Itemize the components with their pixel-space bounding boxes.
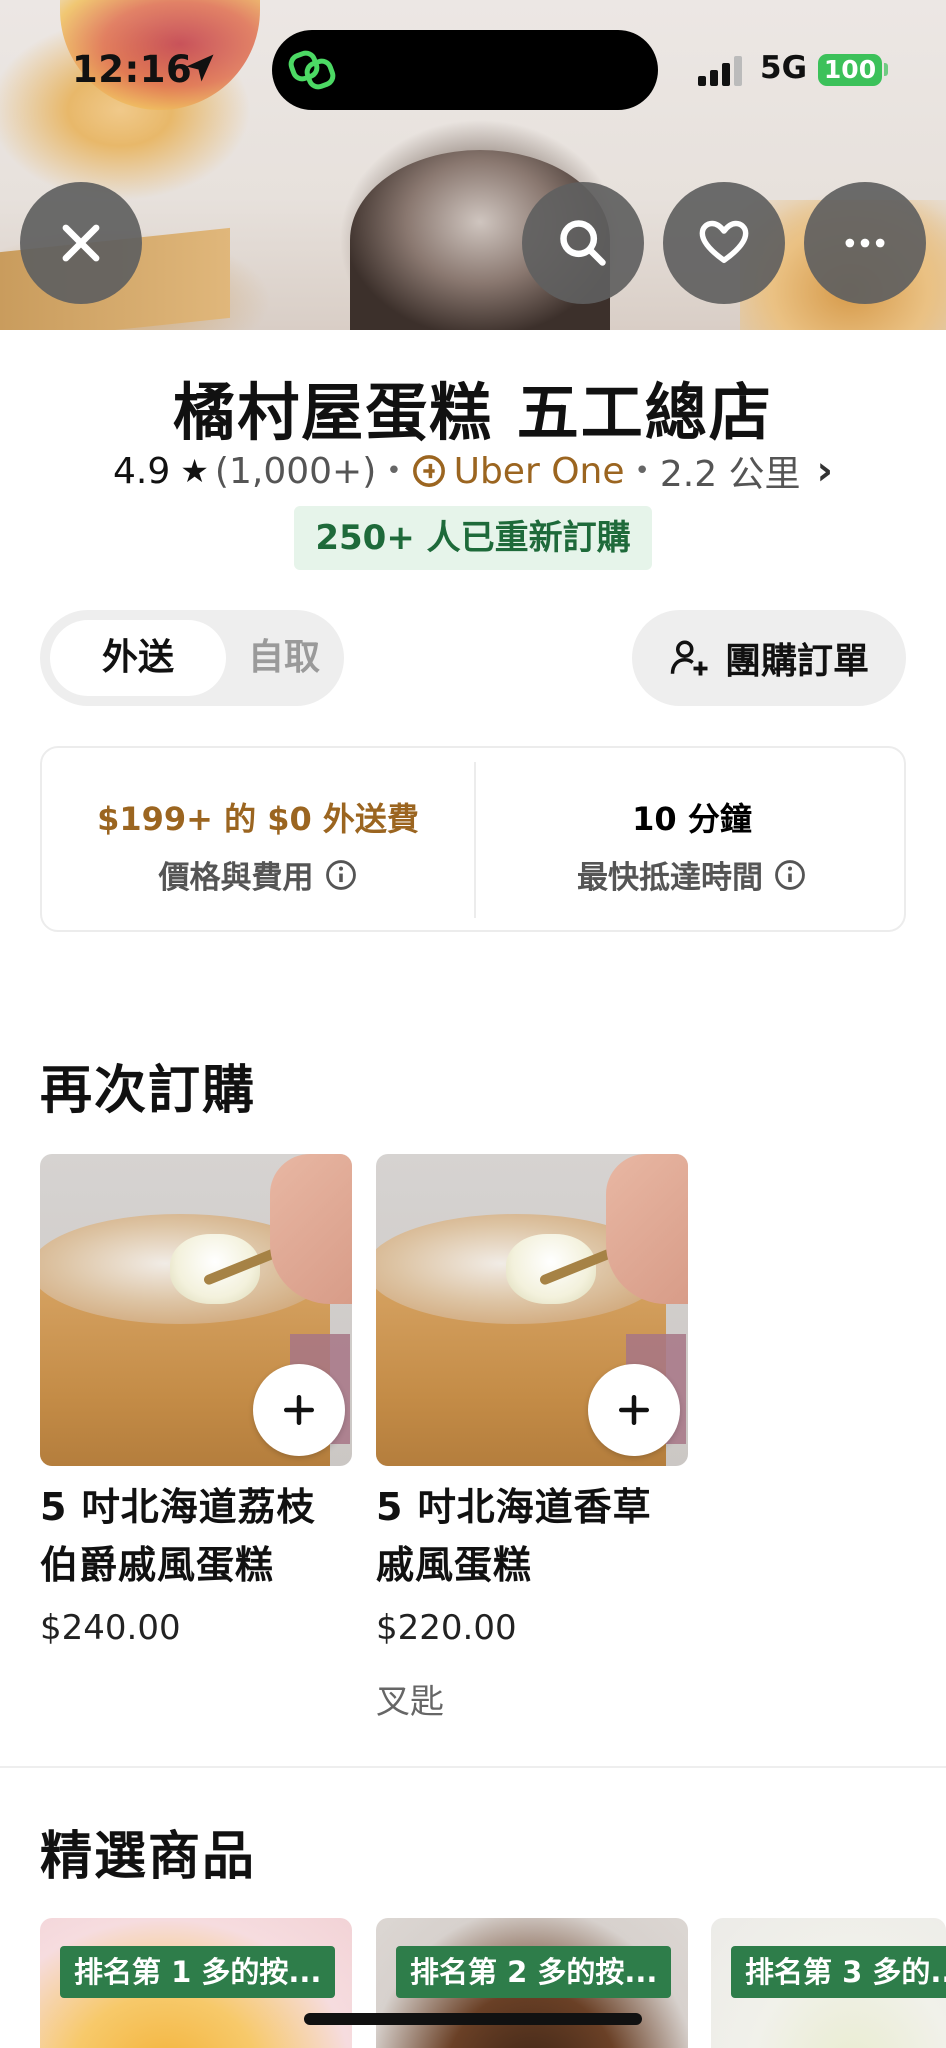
fees-info[interactable]: $199+ 的 $0 外送費 價格與費用 — [42, 748, 474, 934]
favorite-button[interactable] — [663, 182, 785, 304]
heart-icon — [699, 220, 749, 264]
separator-dot: • — [634, 456, 650, 486]
review-count: (1,000+) — [214, 450, 377, 492]
delivery-fee-text: $199+ 的 $0 外送費 — [97, 800, 419, 838]
separator-dot: • — [386, 456, 402, 486]
store-rating: 4.9 — [112, 450, 171, 492]
search-icon — [560, 220, 606, 266]
section-divider — [0, 1766, 946, 1768]
featured-item-card[interactable]: 排名第 1 多的按... — [40, 1918, 352, 2048]
eta-info[interactable]: 10 分鐘 最快抵達時間 — [476, 748, 908, 934]
network-type: 5G — [760, 50, 808, 86]
uber-one-icon — [412, 455, 445, 487]
item-name[interactable]: 5 吋北海道荔枝伯爵戚風蛋糕 — [40, 1478, 352, 1594]
close-button[interactable] — [20, 182, 142, 304]
delivery-info-card: $199+ 的 $0 外送費 價格與費用 10 分鐘 最快抵達時間 — [40, 746, 906, 932]
add-to-cart-button[interactable] — [253, 1364, 345, 1456]
more-icon — [845, 238, 885, 248]
store-meta-row[interactable]: 4.9 ★ (1,000+) • Uber One • 2.2 公里 › — [0, 446, 946, 496]
featured-item-card[interactable]: 排名第 3 多的... — [711, 1918, 946, 2048]
store-distance: 2.2 公里 — [659, 454, 801, 495]
item-note: 叉匙 — [376, 1682, 444, 1722]
featured-title: 精選商品 — [40, 1827, 257, 1887]
rank-badge: 排名第 1 多的按... — [60, 1946, 336, 1998]
buy-again-title: 再次訂購 — [40, 1061, 257, 1121]
item-price: $220.00 — [376, 1608, 517, 1648]
battery-indicator: 100 — [818, 54, 882, 86]
item-name[interactable]: 5 吋北海道香草戚風蛋糕 — [376, 1478, 688, 1594]
fees-label: 價格與費用 — [158, 860, 314, 896]
eta-label: 最快抵達時間 — [577, 860, 763, 896]
signal-icon — [698, 56, 742, 86]
info-icon — [775, 859, 805, 890]
item-price: $240.00 — [40, 1608, 181, 1648]
link-icon — [288, 50, 336, 90]
chevron-right-icon: › — [816, 448, 834, 494]
reorder-badge: 250+ 人已重新訂購 — [294, 506, 652, 570]
plus-icon — [618, 1394, 650, 1426]
rank-badge: 排名第 2 多的按... — [396, 1946, 672, 1998]
search-button[interactable] — [522, 182, 644, 304]
status-time: 12:16 — [72, 48, 193, 91]
eta-text: 10 分鐘 — [632, 800, 752, 838]
store-name: 橘村屋蛋糕 五工總店 — [173, 376, 773, 449]
add-person-icon — [670, 640, 708, 676]
close-icon — [62, 224, 100, 262]
location-arrow-icon — [186, 54, 214, 82]
rank-badge: 排名第 3 多的... — [731, 1946, 946, 1998]
info-icon — [325, 859, 356, 890]
delivery-option[interactable]: 外送 — [50, 620, 226, 696]
more-button[interactable] — [804, 182, 926, 304]
home-indicator[interactable] — [304, 2013, 642, 2025]
featured-item-card[interactable]: 排名第 2 多的按... — [376, 1918, 688, 2048]
uber-one-text: Uber One — [453, 450, 625, 492]
delivery-mode-toggle[interactable]: 外送 自取 — [40, 610, 344, 706]
group-order-button[interactable]: 團購訂單 — [632, 610, 906, 706]
star-icon: ★ — [180, 452, 209, 490]
plus-icon — [283, 1394, 315, 1426]
battery-tip — [884, 63, 888, 76]
pickup-option[interactable]: 自取 — [230, 620, 338, 696]
uber-one-label: Uber One — [412, 451, 625, 492]
add-to-cart-button[interactable] — [588, 1364, 680, 1456]
group-order-label: 團購訂單 — [724, 641, 869, 682]
